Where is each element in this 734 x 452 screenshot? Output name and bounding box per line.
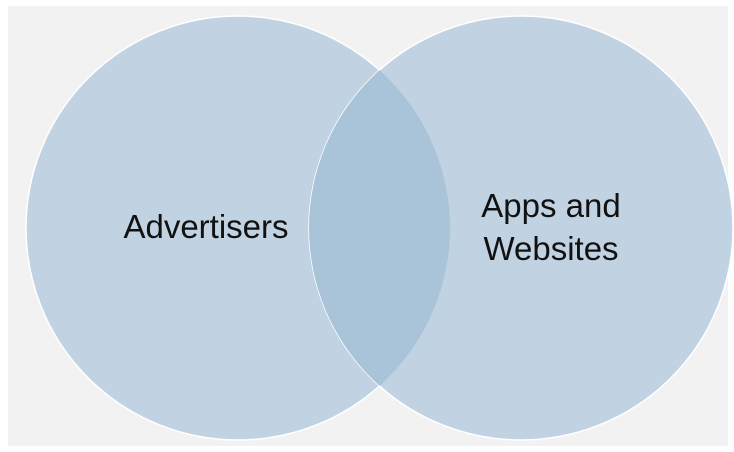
venn-diagram: Advertisers Apps and Websites (25, 15, 734, 441)
venn-label-advertisers: Advertisers (123, 208, 288, 245)
diagram-canvas: Advertisers Apps and Websites (0, 0, 734, 452)
venn-label-apps-and: Apps and (481, 187, 620, 224)
venn-label-websites: Websites (483, 230, 618, 267)
